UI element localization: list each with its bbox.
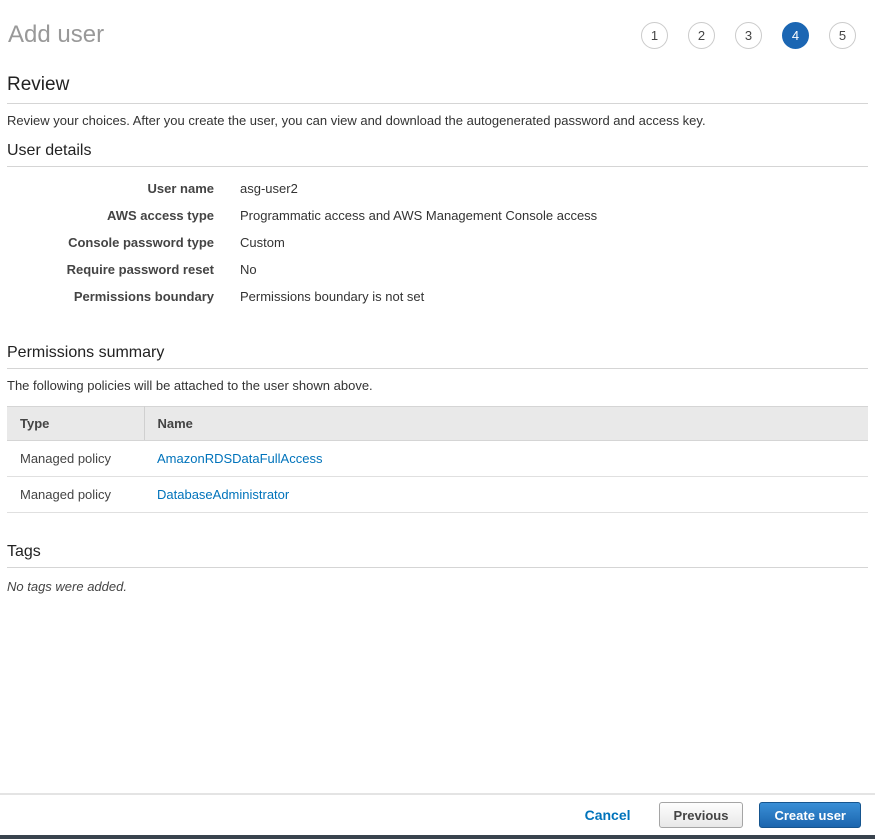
detail-label: Permissions boundary — [73, 289, 214, 304]
detail-row-password-type: Console password type Custom — [7, 233, 868, 252]
detail-value: asg-user2 — [240, 181, 298, 196]
step-indicator: 1 2 3 4 5 — [641, 21, 856, 49]
step-3[interactable]: 3 — [735, 21, 762, 49]
user-details-section: User details User name asg-user2 AWS acc… — [7, 142, 868, 306]
permissions-summary-section: Permissions summary The following polici… — [7, 344, 868, 513]
detail-label: User name — [147, 181, 214, 196]
detail-label: AWS access type — [107, 208, 214, 223]
divider — [7, 368, 868, 369]
column-header-type: Type — [7, 406, 145, 441]
page-title: Add user — [8, 21, 105, 48]
detail-value: Permissions boundary is not set — [240, 289, 425, 304]
user-details-list: User name asg-user2 AWS access type Prog… — [7, 179, 868, 306]
step-5[interactable]: 5 — [829, 21, 856, 49]
wizard-footer: Cancel Previous Create user — [0, 793, 875, 835]
policy-link-databaseadministrator[interactable]: DatabaseAdministrator — [157, 487, 289, 502]
user-details-heading: User details — [7, 142, 92, 159]
permissions-summary-description: The following policies will be attached … — [7, 378, 373, 393]
policy-link-amazonrdsdatafullaccess[interactable]: AmazonRDSDataFullAccess — [157, 451, 322, 466]
policy-type-cell: Managed policy — [7, 476, 144, 513]
step-4-current[interactable]: 4 — [782, 21, 809, 49]
tags-section: Tags No tags were added. — [7, 543, 868, 594]
detail-row-access-type: AWS access type Programmatic access and … — [7, 206, 868, 225]
detail-value: No — [240, 262, 257, 277]
create-user-button[interactable]: Create user — [759, 802, 861, 828]
window-bottom-edge — [0, 835, 875, 839]
table-row: Managed policy DatabaseAdministrator — [7, 476, 868, 513]
policies-table-header-row: Type Name — [7, 406, 868, 441]
divider — [7, 166, 868, 167]
divider — [7, 103, 868, 104]
detail-label: Console password type — [68, 235, 214, 250]
cancel-link[interactable]: Cancel — [585, 807, 631, 823]
detail-value: Programmatic access and AWS Management C… — [240, 208, 598, 223]
add-user-wizard: Add user 1 2 3 4 5 Review Review your ch… — [0, 0, 875, 839]
detail-row-user-name: User name asg-user2 — [7, 179, 868, 198]
step-2[interactable]: 2 — [688, 21, 715, 49]
tags-empty-message: No tags were added. — [7, 579, 127, 594]
table-row: Managed policy AmazonRDSDataFullAccess — [7, 440, 868, 477]
detail-row-permissions-boundary: Permissions boundary Permissions boundar… — [7, 287, 868, 306]
column-header-name: Name — [144, 406, 868, 441]
policies-table: Type Name Managed policy AmazonRDSDataFu… — [7, 406, 868, 513]
detail-label: Require password reset — [66, 262, 214, 277]
detail-row-password-reset: Require password reset No — [7, 260, 868, 279]
wizard-header: Add user 1 2 3 4 5 — [0, 0, 875, 68]
permissions-summary-heading: Permissions summary — [7, 344, 165, 361]
review-content: Review Review your choices. After you cr… — [0, 68, 875, 793]
detail-value: Custom — [240, 235, 285, 250]
tags-heading: Tags — [7, 543, 41, 560]
review-description: Review your choices. After you create th… — [7, 113, 706, 128]
step-1[interactable]: 1 — [641, 21, 668, 49]
divider — [7, 567, 868, 568]
policy-type-cell: Managed policy — [7, 440, 144, 477]
review-heading: Review — [7, 74, 70, 95]
previous-button[interactable]: Previous — [658, 802, 744, 828]
